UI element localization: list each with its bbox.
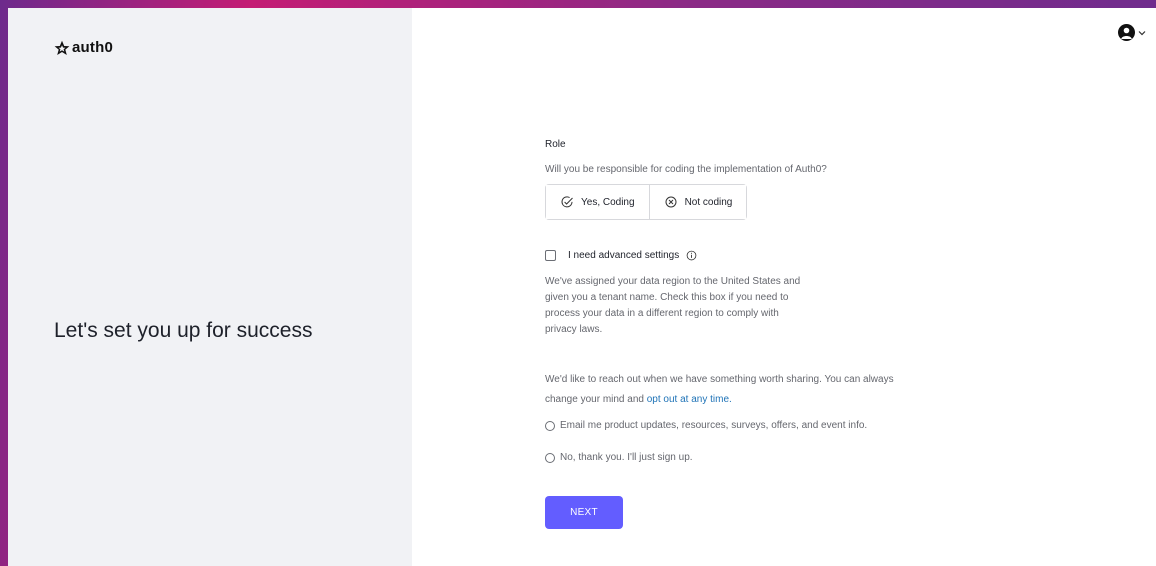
advanced-settings-checkbox[interactable] — [545, 250, 556, 261]
account-menu[interactable] — [1118, 24, 1146, 41]
headline: Let's set you up for success — [54, 319, 313, 342]
email-updates-option[interactable]: Email me product updates, resources, sur… — [545, 420, 867, 431]
no-thanks-option[interactable]: No, thank you. I'll just sign up. — [545, 452, 693, 463]
brand-name: auth0 — [72, 39, 114, 56]
opt-out-link[interactable]: opt out at any time. — [647, 394, 732, 405]
auth0-logo: auth0 — [54, 39, 113, 56]
user-avatar-icon — [1118, 24, 1135, 41]
email-updates-label: Email me product updates, resources, sur… — [560, 420, 868, 431]
not-coding-button[interactable]: Not coding — [648, 185, 747, 219]
not-coding-label: Not coding — [684, 196, 733, 208]
advanced-settings-label: I need advanced settings — [568, 250, 680, 261]
role-label: Role — [545, 139, 566, 150]
advanced-settings-description: We've assigned your data region to the U… — [545, 276, 801, 335]
advanced-settings-row: I need advanced settings — [545, 250, 697, 261]
check-circle-icon — [561, 196, 573, 208]
no-thanks-label: No, thank you. I'll just sign up. — [560, 452, 693, 463]
chevron-down-icon — [1138, 30, 1146, 35]
role-selector: Yes, Coding Not coding — [545, 184, 748, 220]
info-icon[interactable] — [686, 250, 697, 261]
yes-coding-label: Yes, Coding — [581, 196, 635, 208]
email-updates-radio[interactable] — [545, 420, 555, 431]
auth0-shield-icon — [54, 40, 70, 55]
next-button[interactable]: NEXT — [545, 496, 623, 529]
no-thanks-radio[interactable] — [545, 452, 555, 463]
app-frame: auth0 Let's set you up for success Role … — [8, 8, 1156, 566]
left-panel: auth0 Let's set you up for success — [8, 8, 412, 566]
marketing-intro: We'd like to reach out when we have some… — [545, 370, 895, 410]
x-circle-icon — [665, 196, 677, 208]
yes-coding-button[interactable]: Yes, Coding — [546, 185, 649, 219]
role-question: Will you be responsible for coding the i… — [545, 164, 827, 175]
